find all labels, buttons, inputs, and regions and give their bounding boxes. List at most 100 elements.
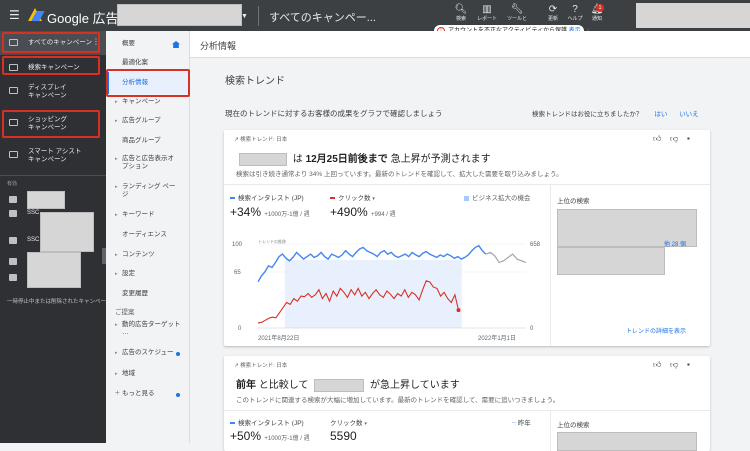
metric-number: +490% xyxy=(330,205,368,219)
recent-label-text: SSC xyxy=(27,210,40,216)
metric-search-interest[interactable]: 検索インタレスト (JP) xyxy=(230,192,304,202)
nav-label: キーワード xyxy=(122,211,155,218)
biz-opportunity-legend: ビジネス拡大の機会 xyxy=(464,192,531,202)
metric-label: 検索インタレスト (JP) xyxy=(238,195,304,202)
paused-campaigns-link[interactable]: 一時停止中または削除されたキャンペーン xyxy=(7,297,111,305)
divider xyxy=(224,184,710,185)
nav-ad-groups[interactable]: ▸ 広告グループ xyxy=(106,117,190,127)
divider xyxy=(0,175,106,176)
chevron-right-icon: ▸ xyxy=(115,184,118,190)
nav-label: キャンペーン xyxy=(122,98,161,105)
nav-keywords[interactable]: ▸ キーワード xyxy=(106,211,190,221)
tool-label: 検索 xyxy=(455,16,466,22)
google-ads-logo-icon xyxy=(28,8,42,21)
metric-clicks[interactable]: クリック数 ▾ xyxy=(330,192,375,202)
tools-button[interactable]: 🔧︎ ツールと xyxy=(504,4,530,23)
legend-swatch xyxy=(230,197,235,200)
redacted-block xyxy=(27,191,65,209)
kicker-text: 検索トレンド: 日本 xyxy=(240,137,288,143)
recent-label-text: SSC xyxy=(27,237,40,243)
chevron-right-icon: ▸ xyxy=(115,118,118,124)
nav-overview[interactable]: 概要 xyxy=(106,40,190,50)
recent-label: 有効 xyxy=(7,181,18,187)
nav-change-history[interactable]: 変更履歴 xyxy=(106,290,190,300)
chevron-right-icon: ▸ xyxy=(115,252,118,258)
chevron-down-icon[interactable]: ▼ xyxy=(241,13,248,20)
chevron-right-icon: ▸ xyxy=(115,371,118,377)
report-tool-button[interactable]: ▥ レポート xyxy=(474,4,500,23)
card-kicker: ↗ 検索トレンド: 日本 xyxy=(234,361,287,369)
trend-card: ↗ 検索トレンド: 日本 👍︎ 👎︎ ▪ 前年 と比較して が急上昇しています … xyxy=(224,356,710,451)
headline-bold: 前年 xyxy=(236,380,256,391)
nav-label: プション xyxy=(122,163,148,170)
metric-value: +34% +1000万-1億 / 週 xyxy=(230,205,310,219)
series-end-point xyxy=(456,308,461,313)
nav-label: 広告と広告表示オ xyxy=(122,155,174,162)
no-link[interactable]: いいえ xyxy=(679,111,699,118)
comment-icon[interactable]: ▪ xyxy=(687,360,690,369)
highlight-box xyxy=(2,56,100,75)
nav-display-campaigns[interactable]: ディスプレイ キャンペーン xyxy=(0,81,106,107)
page-header: 分析情報 xyxy=(190,31,750,58)
plus-icon: + xyxy=(115,388,120,397)
top-searches-label: 上位の検索 xyxy=(557,422,590,429)
thumbs-down-icon[interactable]: 👎︎ xyxy=(670,360,678,370)
suggestion-dot xyxy=(176,352,180,356)
y-right-tick: 0 xyxy=(530,326,534,332)
nav-label: コンテンツ xyxy=(122,251,155,258)
main-content: 分析情報 検索トレンド 現在のトレンドに対するお客様の成果をグラフで確認しましょ… xyxy=(190,31,750,451)
nav-campaigns[interactable]: ▸ キャンペーン xyxy=(106,98,190,108)
nav-label: 地域 xyxy=(122,370,135,377)
legend-swatch xyxy=(330,197,335,200)
nav-recommendations[interactable]: 最適化案 xyxy=(106,59,190,69)
metric-search-interest[interactable]: 検索インタレスト (JP) xyxy=(230,417,304,427)
nav-locations[interactable]: ▸ 地域 xyxy=(106,370,190,380)
nav-label: 最適化案 xyxy=(122,59,148,66)
thumbs-up-icon[interactable]: 👍︎ xyxy=(653,134,661,144)
wrench-icon: 🔧︎ xyxy=(510,4,524,15)
comment-icon[interactable]: ▪ xyxy=(687,134,690,143)
hamburger-icon[interactable]: ☰ xyxy=(9,8,20,22)
x-tick: 2022年1月1日 xyxy=(478,334,516,342)
metric-number: +34% xyxy=(230,205,262,219)
metric-label: クリック数 xyxy=(338,195,371,202)
metric-label: クリック数 xyxy=(330,420,363,427)
tool-label: 通知 xyxy=(591,16,602,22)
chevron-right-icon: ▸ xyxy=(115,350,118,356)
redacted-block xyxy=(40,212,94,252)
nav-ads-extensions[interactable]: ▸ 広告と広告表示オ プション xyxy=(106,155,190,173)
thumbs-down-icon[interactable]: 👎︎ xyxy=(670,134,678,144)
nav-label: スマート アシスト xyxy=(28,148,82,155)
headline-text: が急上昇しています xyxy=(370,380,460,391)
nav-dynamic-targets[interactable]: ▸ 動的広告ターゲット… xyxy=(106,321,190,339)
nav-label: もっと見る xyxy=(122,390,155,397)
shopping-icon xyxy=(9,274,17,281)
campaign-breadcrumb[interactable]: すべてのキャンペー... xyxy=(269,9,376,25)
headline-text: は xyxy=(292,154,303,165)
account-selector[interactable] xyxy=(117,4,242,26)
search-tool-button[interactable]: 🔍︎ 検索 xyxy=(448,4,474,23)
nav-label: 商品グループ xyxy=(122,137,161,144)
profile-area[interactable] xyxy=(636,3,750,28)
tool-label: ツールと xyxy=(506,16,527,22)
metric-value: +490% +994 / 週 xyxy=(330,205,396,219)
yes-link[interactable]: はい xyxy=(654,111,667,118)
notification-badge: 1 xyxy=(596,4,604,12)
chevron-right-icon: ▸ xyxy=(115,271,118,277)
more-searches-link[interactable]: 他 28 個 xyxy=(664,239,686,248)
metric-clicks[interactable]: クリック数 ▾ xyxy=(330,417,367,427)
nav-product-groups[interactable]: 商品グループ xyxy=(106,137,190,147)
highlight-box xyxy=(106,69,190,97)
nav-landing-pages[interactable]: ▸ ランディング ページ xyxy=(106,183,190,201)
nav-smart-campaigns[interactable]: スマート アシスト キャンペーン xyxy=(0,145,106,171)
nav-content[interactable]: ▸ コンテンツ xyxy=(106,251,190,261)
legend-swatch xyxy=(464,195,469,201)
trend-card: ↗ 検索トレンド: 日本 👍︎ 👎︎ ▪ は 12月25日前後まで 急上昇が予測… xyxy=(224,130,710,346)
thumbs-up-icon[interactable]: 👍︎ xyxy=(653,360,661,370)
trend-details-link[interactable]: トレンドの詳細を表示 xyxy=(626,326,686,335)
shopping-icon xyxy=(9,210,17,217)
nav-audiences[interactable]: オーディエンス xyxy=(106,231,190,241)
series-forecast xyxy=(485,251,527,264)
nav-settings[interactable]: ▸ 設定 xyxy=(106,270,190,280)
headline-bold: 12月25日前後まで xyxy=(305,154,388,165)
